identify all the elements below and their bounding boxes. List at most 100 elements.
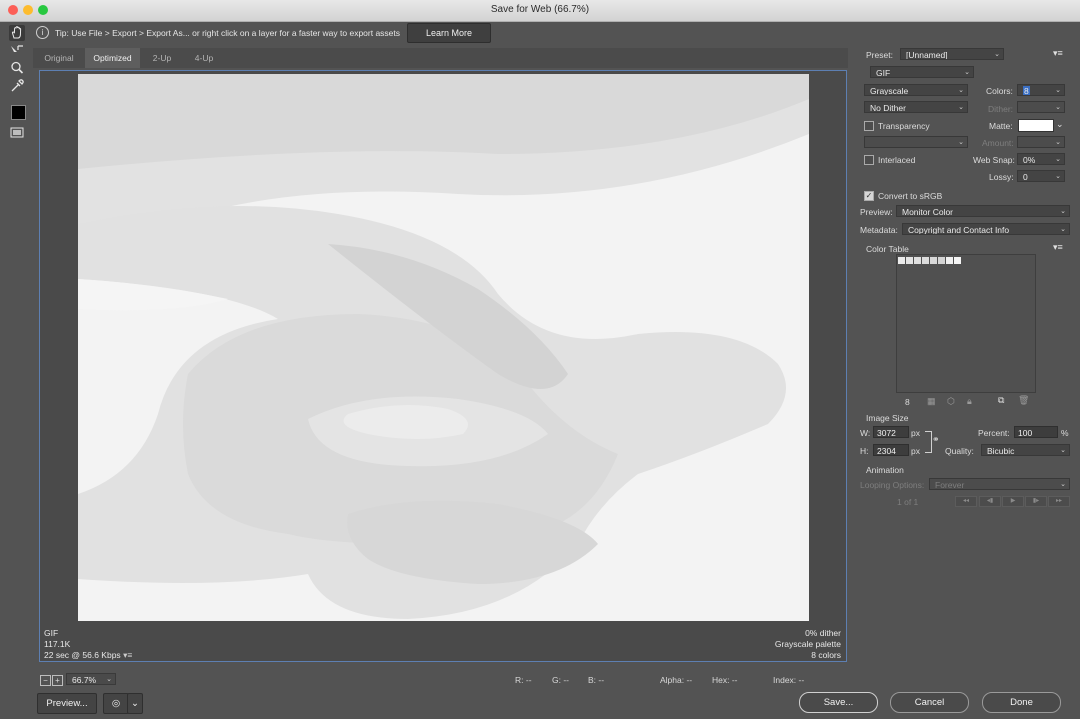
- toggle-slices-icon[interactable]: [9, 125, 25, 141]
- metadata-select[interactable]: Copyright and Contact Info ⌄: [902, 223, 1070, 235]
- chevron-down-icon: ⌄: [964, 69, 970, 76]
- color-swatch[interactable]: [922, 257, 929, 264]
- link-icon[interactable]: ⚭: [932, 434, 943, 445]
- frame-counter: 1 of 1: [897, 497, 919, 507]
- width-label: W:: [860, 428, 871, 438]
- transparency-dither-select[interactable]: ⌄: [864, 136, 968, 148]
- chevron-down-icon[interactable]: ⌄: [1056, 119, 1067, 130]
- amount-select[interactable]: ⌄: [1017, 136, 1065, 148]
- color-table-count: 8: [905, 397, 910, 407]
- color-reduction-select[interactable]: Grayscale ⌄: [864, 84, 968, 96]
- tab-4-up[interactable]: 4-Up: [184, 48, 224, 68]
- slice-select-tool-icon[interactable]: [9, 43, 25, 59]
- dither-algorithm-value: No Dither: [870, 103, 906, 113]
- tip-bar: i Tip: Use File > Export > Export As... …: [33, 21, 848, 45]
- tab-2-up[interactable]: 2-Up: [140, 48, 184, 68]
- zoom-out-button[interactable]: −: [40, 675, 51, 686]
- hand-tool-icon[interactable]: [9, 25, 25, 41]
- percent-label: Percent:: [978, 428, 1010, 438]
- lossy-value: 0: [1023, 172, 1028, 182]
- chevron-down-icon: ⌄: [1055, 173, 1061, 180]
- tool-column: [0, 21, 33, 681]
- convert-srgb-checkbox[interactable]: ✓: [864, 191, 874, 201]
- interlaced-checkbox[interactable]: [864, 155, 874, 165]
- preview-mode-select[interactable]: Monitor Color ⌄: [896, 205, 1070, 217]
- zoom-tool-icon[interactable]: [9, 60, 25, 76]
- first-frame-icon[interactable]: ◂◂: [955, 496, 977, 507]
- save-button[interactable]: Save...: [799, 692, 878, 713]
- color-swatch[interactable]: [914, 257, 921, 264]
- dither-algorithm-select[interactable]: No Dither ⌄: [864, 101, 968, 113]
- matte-color-swatch[interactable]: [1018, 119, 1054, 132]
- red-readout: R: --: [515, 675, 532, 685]
- file-format-select[interactable]: GIF ⌄: [870, 66, 974, 78]
- chevron-down-icon: ⌄: [958, 87, 964, 94]
- color-table-heading: Color Table: [866, 244, 909, 254]
- tab-optimized[interactable]: Optimized: [85, 48, 140, 68]
- color-swatch[interactable]: [898, 257, 905, 264]
- trash-icon[interactable]: 🗑︎: [1018, 395, 1029, 406]
- zoom-level-select[interactable]: 66.7% ⌄: [66, 673, 116, 685]
- tab-original[interactable]: Original: [33, 48, 85, 68]
- looping-options-select[interactable]: Forever ⌄: [929, 478, 1070, 490]
- color-swatch[interactable]: [938, 257, 945, 264]
- last-frame-icon[interactable]: ▸▸: [1048, 496, 1070, 507]
- learn-more-button[interactable]: Learn More: [407, 23, 491, 43]
- color-swatch[interactable]: [954, 257, 961, 264]
- browser-icon[interactable]: ◎: [103, 693, 129, 714]
- width-input[interactable]: 3072: [873, 426, 909, 438]
- map-to-transparent-icon[interactable]: ▦: [927, 396, 938, 407]
- optimized-image-preview[interactable]: [78, 74, 809, 621]
- play-icon[interactable]: ▶: [1002, 496, 1024, 507]
- eyedropper-color-swatch[interactable]: [11, 105, 26, 120]
- new-color-icon[interactable]: ⧉: [998, 395, 1009, 406]
- output-format: GIF: [44, 628, 59, 638]
- next-frame-icon[interactable]: ▮▸: [1025, 496, 1047, 507]
- zoom-in-button[interactable]: +: [52, 675, 63, 686]
- chevron-down-icon: ⌄: [1060, 447, 1066, 454]
- dither-label: Dither:: [988, 104, 1014, 114]
- zoom-level-value: 66.7%: [72, 675, 97, 685]
- web-snap-select[interactable]: 0% ⌄: [1017, 153, 1065, 165]
- transparency-checkbox[interactable]: [864, 121, 874, 131]
- preview-in-browser-button[interactable]: Preview...: [37, 693, 97, 714]
- eyedropper-tool-icon[interactable]: [9, 78, 25, 94]
- metadata-value: Copyright and Contact Info: [908, 225, 1010, 235]
- window-title: Save for Web (66.7%): [490, 4, 590, 15]
- color-swatch[interactable]: [946, 257, 953, 264]
- dither-amount-select[interactable]: ⌄: [1017, 101, 1065, 113]
- interlaced-label: Interlaced: [878, 155, 916, 165]
- preview-canvas[interactable]: GIF 117.1K 22 sec @ 56.6 Kbps ▾≡ 0% dith…: [39, 70, 847, 662]
- web-shift-icon[interactable]: ⬡: [947, 396, 958, 407]
- colors-select[interactable]: 8 ⌄: [1017, 84, 1065, 96]
- resample-quality-select[interactable]: Bicubic ⌄: [981, 444, 1070, 456]
- preset-menu-icon[interactable]: ▾≡: [1053, 48, 1064, 59]
- color-count-stat: 8 colors: [811, 650, 841, 660]
- window-title-bar: Save for Web (66.7%): [0, 0, 1080, 22]
- done-button[interactable]: Done: [982, 692, 1061, 713]
- chevron-down-icon: ⌄: [1060, 481, 1066, 488]
- animation-heading: Animation: [866, 465, 904, 475]
- download-rate-menu-icon[interactable]: ▾≡: [123, 650, 132, 660]
- quality-label: Quality:: [945, 446, 974, 456]
- chevron-down-icon: ⌄: [1055, 87, 1061, 94]
- convert-srgb-label: Convert to sRGB: [878, 191, 943, 201]
- height-input[interactable]: 2304: [873, 444, 909, 456]
- chevron-down-icon: ⌄: [1055, 139, 1061, 146]
- looping-options-value: Forever: [935, 480, 965, 490]
- preset-select[interactable]: [Unnamed] ⌄: [900, 48, 1004, 60]
- color-reduction-value: Grayscale: [870, 86, 909, 96]
- preview-mode-value: Monitor Color: [902, 207, 954, 217]
- color-table[interactable]: [896, 254, 1036, 393]
- color-table-menu-icon[interactable]: ▾≡: [1053, 242, 1064, 253]
- lock-color-icon[interactable]: 🔒︎: [967, 396, 978, 407]
- lossy-select[interactable]: 0 ⌄: [1017, 170, 1065, 182]
- width-unit: px: [911, 428, 920, 438]
- previous-frame-icon[interactable]: ◂▮: [979, 496, 1001, 507]
- color-swatch[interactable]: [906, 257, 913, 264]
- cancel-button[interactable]: Cancel: [890, 692, 969, 713]
- browser-menu-chevron-icon[interactable]: ⌄: [127, 693, 143, 714]
- info-icon: i: [36, 26, 49, 39]
- percent-input[interactable]: 100: [1014, 426, 1058, 438]
- color-swatch[interactable]: [930, 257, 937, 264]
